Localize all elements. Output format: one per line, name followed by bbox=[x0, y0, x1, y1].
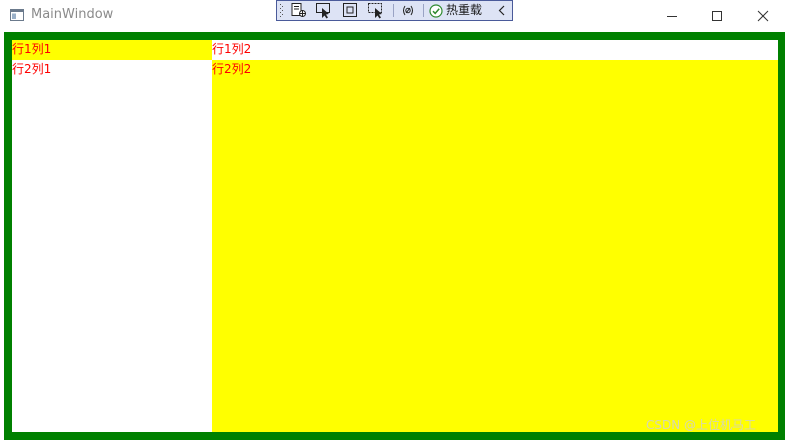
toolbar-grip-icon[interactable] bbox=[280, 4, 284, 18]
main-window: MainWindow 热重载 行1列1 行1列2 行2列1 行2列2 CSDN … bbox=[0, 0, 785, 440]
hot-reload-label: 热重载 bbox=[446, 3, 483, 17]
grid-cell-row1-col1: 行1列1 bbox=[12, 40, 212, 60]
display-layout-adorners-icon[interactable] bbox=[341, 2, 359, 19]
close-button[interactable] bbox=[740, 0, 785, 31]
maximize-icon bbox=[712, 10, 722, 21]
close-icon bbox=[757, 10, 769, 21]
collapse-chevron-icon[interactable] bbox=[495, 3, 509, 18]
grid-cell-row2-col1: 行2列1 bbox=[12, 60, 212, 432]
maximize-button[interactable] bbox=[694, 0, 740, 31]
cell-text: 行1列1 bbox=[12, 42, 52, 56]
select-element-icon[interactable] bbox=[315, 2, 333, 19]
window-app-icon bbox=[10, 9, 24, 21]
window-content-border: 行1列1 行1列2 行2列1 行2列2 bbox=[4, 32, 785, 440]
hot-reload-button[interactable]: 热重载 bbox=[429, 2, 482, 19]
live-visual-tree-icon[interactable] bbox=[290, 2, 308, 19]
window-title: MainWindow bbox=[31, 7, 114, 22]
grid-cell-row2-col2: 行2列2 bbox=[212, 60, 778, 432]
layout-grid: 行1列1 行1列2 行2列1 行2列2 bbox=[12, 40, 778, 432]
cell-text: 行2列2 bbox=[212, 62, 252, 76]
track-focused-element-icon[interactable] bbox=[367, 2, 385, 19]
cell-text: 行2列1 bbox=[12, 62, 52, 76]
minimize-icon bbox=[667, 15, 677, 17]
debug-toolbar: 热重载 bbox=[276, 0, 513, 21]
grid-cell-row1-col2: 行1列2 bbox=[212, 40, 778, 60]
binding-failures-icon[interactable] bbox=[399, 2, 417, 19]
watermark: CSDN @上位机马工 bbox=[646, 418, 757, 432]
cell-text: 行1列2 bbox=[212, 42, 252, 56]
toolbar-separator bbox=[423, 4, 424, 17]
toolbar-separator bbox=[393, 4, 394, 17]
minimize-button[interactable] bbox=[649, 0, 695, 31]
hot-reload-check-icon bbox=[429, 3, 443, 18]
